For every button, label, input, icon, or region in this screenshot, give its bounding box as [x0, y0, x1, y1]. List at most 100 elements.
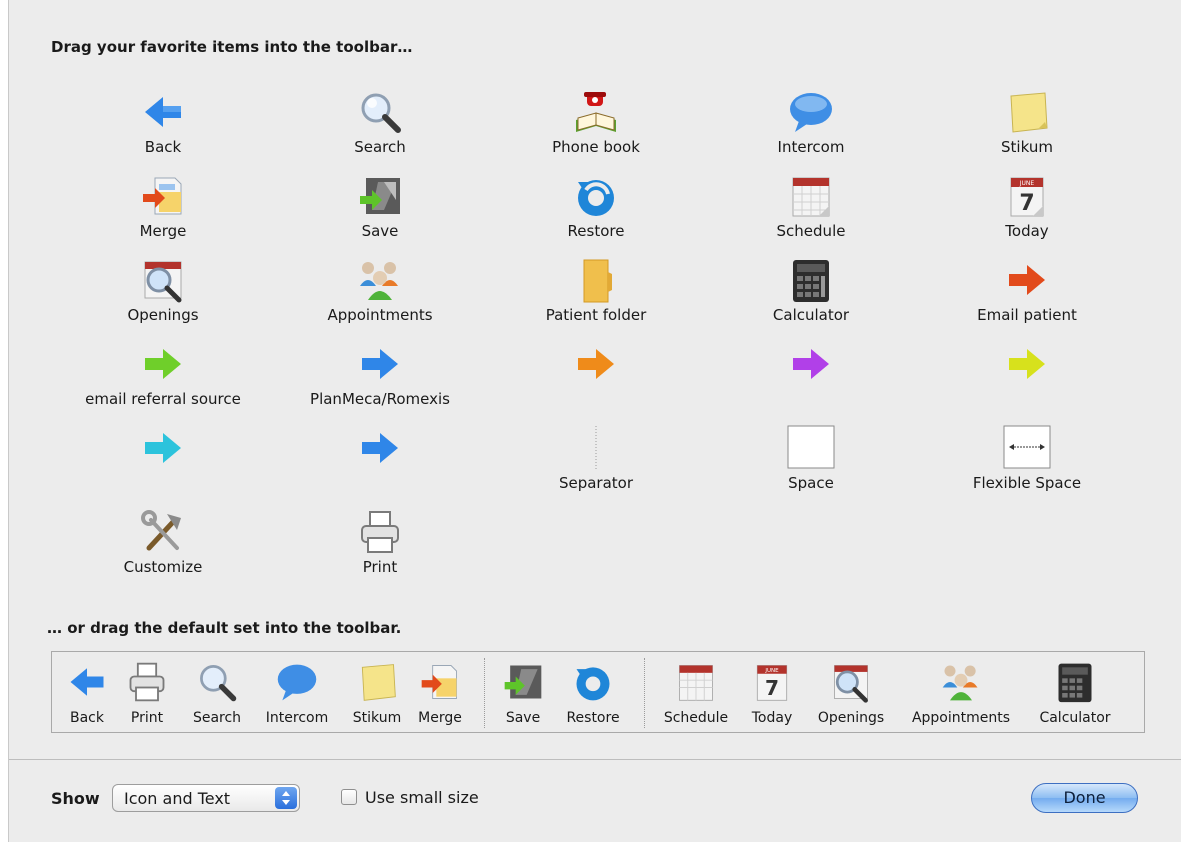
default-item-schedule: Schedule	[658, 660, 734, 726]
printer-icon	[356, 508, 404, 556]
show-label: Show	[51, 789, 100, 808]
people-icon	[939, 660, 983, 704]
default-item-today: JUNE 7 Today	[746, 660, 798, 726]
palette-item-save[interactable]: Save	[285, 172, 475, 240]
calendar-icon	[674, 660, 718, 704]
done-button-label: Done	[1063, 788, 1106, 807]
palette-item-phone-book[interactable]: Phone book	[501, 88, 691, 156]
palette-item-email-referral-source[interactable]: email referral source	[68, 340, 258, 408]
palette-item-orange-arrow[interactable]	[501, 340, 691, 390]
palette-item-label: Appointments	[327, 306, 433, 324]
palette-item-patient-folder[interactable]: Patient folder	[501, 256, 691, 324]
default-item-label: Schedule	[663, 710, 729, 726]
palette-item-intercom[interactable]: Intercom	[716, 88, 906, 156]
phone-book-icon	[572, 88, 620, 136]
svg-text:7: 7	[1019, 191, 1034, 216]
palette-item-separator[interactable]: Separator	[501, 424, 691, 492]
palette-item-space[interactable]: Space	[716, 424, 906, 492]
palette-item-planmeca-romexis[interactable]: PlanMeca/Romexis	[285, 340, 475, 408]
people-icon	[356, 256, 404, 304]
palette-item-label: Flexible Space	[972, 474, 1082, 492]
palette-item-schedule[interactable]: Schedule	[716, 172, 906, 240]
use-small-size-checkbox[interactable]	[341, 789, 357, 805]
palette-item-label: Intercom	[777, 138, 845, 156]
show-mode-select[interactable]: Icon and Text	[112, 784, 300, 812]
default-item-appointments: Appointments	[902, 660, 1020, 726]
default-item-openings: Openings	[810, 660, 892, 726]
palette-item-label: Separator	[558, 474, 634, 492]
openings-icon	[829, 660, 873, 704]
palette-item-openings[interactable]: Openings	[68, 256, 258, 324]
palette-item-customize[interactable]: Customize	[68, 508, 258, 576]
palette-item-label: Merge	[139, 222, 187, 240]
toolbar-separator	[644, 658, 645, 728]
palette-item-blue-arrow[interactable]	[285, 424, 475, 474]
openings-icon	[139, 256, 187, 304]
blue-arrow-icon	[356, 424, 404, 472]
flexible-space-icon	[1003, 424, 1051, 472]
palette-item-appointments[interactable]: Appointments	[285, 256, 475, 324]
default-set-toolbar[interactable]: Back Print Search Intercom Stikum Merge …	[51, 651, 1145, 733]
palette-item-yellow-arrow[interactable]	[932, 340, 1122, 390]
back-arrow-icon	[65, 660, 109, 704]
yellow-arrow-icon	[1003, 340, 1051, 388]
palette-item-search[interactable]: Search	[285, 88, 475, 156]
default-item-label: Calculator	[1039, 710, 1111, 726]
palette-item-label: Search	[354, 138, 406, 156]
default-item-save: Save	[500, 660, 546, 726]
palette-item-calculator[interactable]: Calculator	[716, 256, 906, 324]
magnifier-icon	[195, 660, 239, 704]
palette-item-label: Space	[788, 474, 834, 492]
orange-arrow-icon	[572, 340, 620, 388]
done-button[interactable]: Done	[1031, 783, 1138, 813]
default-item-merge: Merge	[414, 660, 466, 726]
sticky-note-icon	[1003, 88, 1051, 136]
palette-item-cyan-arrow[interactable]	[68, 424, 258, 474]
default-item-restore: Restore	[560, 660, 626, 726]
default-item-print: Print	[124, 660, 170, 726]
use-small-size-label[interactable]: Use small size	[365, 788, 479, 807]
palette-item-flexible-space[interactable]: Flexible Space	[932, 424, 1122, 492]
palette-item-label: Save	[361, 222, 399, 240]
green-arrow-icon	[139, 340, 187, 388]
default-item-label: Merge	[418, 710, 462, 726]
blue-arrow-icon	[356, 340, 404, 388]
palette-item-label: Patient folder	[545, 306, 647, 324]
today-calendar-icon: JUNE 7	[750, 660, 794, 704]
purple-arrow-icon	[787, 340, 835, 388]
palette-item-purple-arrow[interactable]	[716, 340, 906, 390]
palette-item-back[interactable]: Back	[68, 88, 258, 156]
calculator-icon	[1053, 660, 1097, 704]
default-item-label: Print	[130, 710, 164, 726]
cyan-arrow-icon	[139, 424, 187, 472]
default-item-label: Search	[192, 710, 242, 726]
default-item-label: Today	[751, 710, 793, 726]
palette-item-label: PlanMeca/Romexis	[310, 390, 450, 408]
updown-arrows-icon	[275, 787, 297, 809]
default-item-label: Back	[70, 710, 104, 726]
palette-item-label: Phone book	[552, 138, 640, 156]
palette-item-restore[interactable]: Restore	[501, 172, 691, 240]
palette-item-label: email referral source	[85, 390, 241, 408]
favorites-heading: Drag your favorite items into the toolba…	[51, 38, 413, 56]
default-item-label: Restore	[566, 710, 620, 726]
customize-toolbar-sheet: Drag your favorite items into the toolba…	[8, 0, 1181, 842]
speech-bubble-icon	[275, 660, 319, 704]
palette-item-stikum[interactable]: Stikum	[932, 88, 1122, 156]
space-icon	[787, 424, 835, 472]
back-arrow-icon	[139, 88, 187, 136]
svg-text:JUNE: JUNE	[764, 668, 779, 674]
sticky-note-icon	[355, 660, 399, 704]
restore-icon	[572, 172, 620, 220]
folder-icon	[572, 256, 620, 304]
default-item-label: Appointments	[911, 710, 1011, 726]
palette-item-merge[interactable]: Merge	[68, 172, 258, 240]
today-calendar-icon: JUNE 7	[1003, 172, 1051, 220]
default-set-heading: … or drag the default set into the toolb…	[47, 619, 402, 637]
palette-item-label: Calculator	[772, 306, 850, 324]
palette-item-email-patient[interactable]: Email patient	[932, 256, 1122, 324]
default-item-label: Intercom	[265, 710, 329, 726]
palette-item-print[interactable]: Print	[285, 508, 475, 576]
palette-item-today[interactable]: JUNE 7 Today	[932, 172, 1122, 240]
magnifier-icon	[356, 88, 404, 136]
